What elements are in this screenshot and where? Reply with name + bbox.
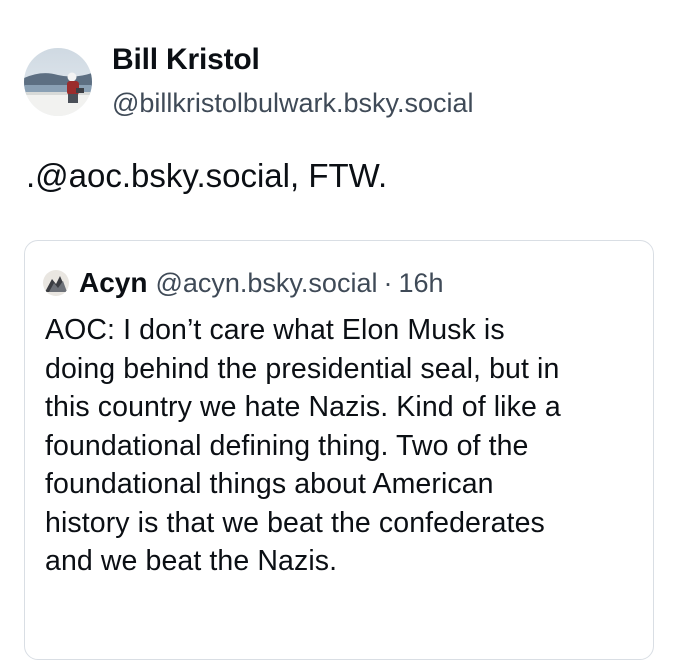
quoted-author-avatar[interactable] [43, 270, 69, 296]
separator-dot: · [383, 267, 393, 298]
author-handle[interactable]: @billkristolbulwark.bsky.social [112, 86, 474, 120]
quoted-post-text-line: AOC: I don’t care what Elon Musk is [45, 314, 505, 346]
quoted-post-card[interactable]: Acyn @acyn.bsky.social · 16h AOC: I don’… [24, 240, 654, 660]
quoted-post-text-line: this country we hate Nazis. Kind of like… [45, 391, 561, 423]
quoted-post-text-line: foundational defining thing. Two of the [45, 429, 529, 462]
quoted-post-text-line: and we beat the Nazis. [45, 545, 338, 577]
quoted-post-header: Acyn @acyn.bsky.social · 16h [43, 267, 444, 299]
quoted-author-handle[interactable]: @acyn.bsky.social [155, 268, 377, 299]
quoted-post-text-line: history is that we beat the confederates [45, 506, 545, 539]
quoted-author-display-name[interactable]: Acyn [79, 267, 147, 299]
quoted-post-text-line: doing behind the presidential seal, but … [45, 352, 560, 385]
author-display-name[interactable]: Bill Kristol [112, 42, 260, 78]
post-text: .@aoc.bsky.social, FTW. [26, 157, 388, 194]
quoted-post-text: AOC: I don’t care what Elon Musk is doin… [45, 311, 645, 581]
quoted-post-timestamp[interactable]: 16h [398, 268, 443, 299]
quoted-post-text-line: foundational things about American [45, 468, 494, 500]
author-avatar[interactable] [24, 48, 92, 116]
post: Bill Kristol @billkristolbulwark.bsky.so… [0, 0, 680, 660]
